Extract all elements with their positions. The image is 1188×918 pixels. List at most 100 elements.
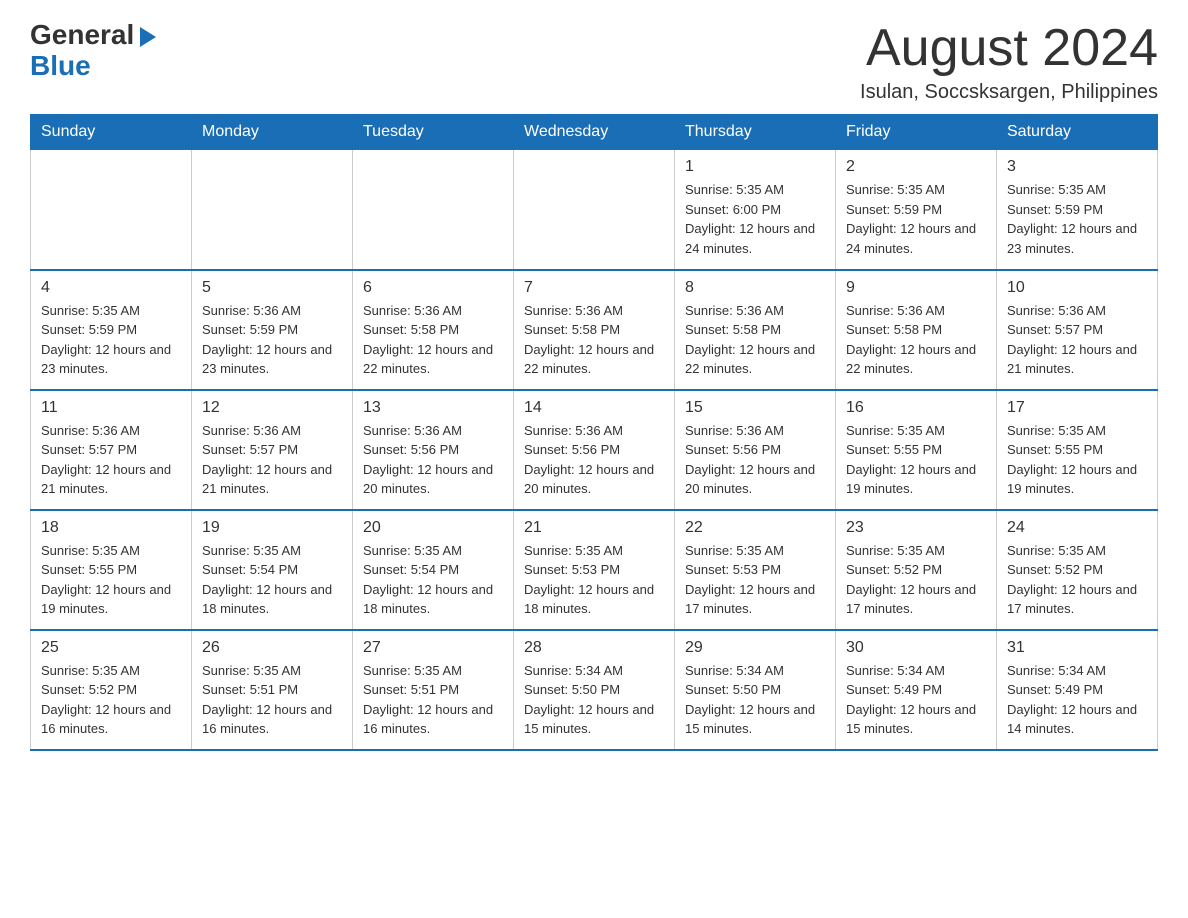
calendar-cell: 4Sunrise: 5:35 AMSunset: 5:59 PMDaylight… [31, 270, 192, 390]
day-info: Sunrise: 5:36 AMSunset: 5:57 PMDaylight:… [41, 421, 181, 499]
day-number: 9 [846, 279, 986, 297]
day-number: 31 [1007, 639, 1147, 657]
day-info: Sunrise: 5:36 AMSunset: 5:58 PMDaylight:… [363, 301, 503, 379]
calendar-cell: 1Sunrise: 5:35 AMSunset: 6:00 PMDaylight… [675, 150, 836, 270]
day-number: 7 [524, 279, 664, 297]
calendar-week-row: 25 Sunrise: 5:35 AMSunset: 5:52 PMDayligh… [31, 630, 1158, 750]
day-info: Sunrise: 5:36 AMSunset: 5:59 PMDaylight:… [202, 301, 342, 379]
calendar-week-row: 1Sunrise: 5:35 AMSunset: 6:00 PMDaylight… [31, 150, 1158, 270]
day-info: Sunrise: 5:35 AMSunset: 5:59 PMDaylight:… [41, 301, 181, 379]
calendar-body: 1Sunrise: 5:35 AMSunset: 6:00 PMDaylight… [31, 150, 1158, 750]
day-number: 8 [685, 279, 825, 297]
calendar-week-row: 11Sunrise: 5:36 AMSunset: 5:57 PMDayligh… [31, 390, 1158, 510]
day-info: Sunrise: 5:35 AMSunset: 5:59 PMDaylight:… [846, 180, 986, 258]
day-info: Sunrise: 5:34 AMSunset: 5:50 PMDaylight:… [685, 661, 825, 739]
day-number: 3 [1007, 158, 1147, 176]
calendar-cell: 23Sunrise: 5:35 AMSunset: 5:52 PMDayligh… [836, 510, 997, 630]
logo-blue-text: Blue [30, 51, 91, 82]
day-number: 25 [41, 639, 181, 657]
calendar-cell: 3 Sunrise: 5:35 AMSunset: 5:59 PMDaylight… [997, 150, 1158, 270]
day-number: 17 [1007, 399, 1147, 417]
day-number: 19 [202, 519, 342, 537]
day-info: Sunrise: 5:36 AMSunset: 5:56 PMDaylight:… [363, 421, 503, 499]
day-number: 5 [202, 279, 342, 297]
calendar-cell: 26Sunrise: 5:35 AMSunset: 5:51 PMDayligh… [192, 630, 353, 750]
day-info: Sunrise: 5:35 AMSunset: 5:59 PMDaylight:… [1007, 180, 1147, 258]
day-number: 20 [363, 519, 503, 537]
day-info: Sunrise: 5:35 AMSunset: 5:52 PMDaylight:… [41, 661, 181, 739]
day-number: 29 [685, 639, 825, 657]
day-of-week-header: Monday [192, 115, 353, 150]
month-title: August 2024 [860, 20, 1158, 77]
day-info: Sunrise: 5:36 AMSunset: 5:57 PMDaylight:… [202, 421, 342, 499]
calendar-cell: 29 Sunrise: 5:34 AMSunset: 5:50 PMDayligh… [675, 630, 836, 750]
day-info: Sunrise: 5:35 AMSunset: 5:55 PMDaylight:… [1007, 421, 1147, 499]
calendar-cell: 12 Sunrise: 5:36 AMSunset: 5:57 PMDayligh… [192, 390, 353, 510]
day-number: 15 [685, 399, 825, 417]
calendar-cell: 20 Sunrise: 5:35 AMSunset: 5:54 PMDayligh… [353, 510, 514, 630]
calendar-cell: 19 Sunrise: 5:35 AMSunset: 5:54 PMDayligh… [192, 510, 353, 630]
calendar-cell: 25 Sunrise: 5:35 AMSunset: 5:52 PMDayligh… [31, 630, 192, 750]
day-number: 2 [846, 158, 986, 176]
day-number: 12 [202, 399, 342, 417]
day-info: Sunrise: 5:36 AMSunset: 5:58 PMDaylight:… [846, 301, 986, 379]
calendar-cell: 27 Sunrise: 5:35 AMSunset: 5:51 PMDayligh… [353, 630, 514, 750]
day-number: 1 [685, 158, 825, 176]
day-info: Sunrise: 5:35 AMSunset: 5:54 PMDaylight:… [363, 541, 503, 619]
calendar-cell [192, 150, 353, 270]
day-info: Sunrise: 5:34 AMSunset: 5:49 PMDaylight:… [1007, 661, 1147, 739]
day-number: 30 [846, 639, 986, 657]
title-area: August 2024 Isulan, Soccsksargen, Philip… [860, 20, 1158, 104]
calendar-cell: 21Sunrise: 5:35 AMSunset: 5:53 PMDayligh… [514, 510, 675, 630]
calendar-cell: 22 Sunrise: 5:35 AMSunset: 5:53 PMDayligh… [675, 510, 836, 630]
calendar-cell: 30 Sunrise: 5:34 AMSunset: 5:49 PMDayligh… [836, 630, 997, 750]
calendar-cell: 17 Sunrise: 5:35 AMSunset: 5:55 PMDayligh… [997, 390, 1158, 510]
calendar-cell: 14 Sunrise: 5:36 AMSunset: 5:56 PMDayligh… [514, 390, 675, 510]
day-number: 28 [524, 639, 664, 657]
day-info: Sunrise: 5:36 AMSunset: 5:56 PMDaylight:… [524, 421, 664, 499]
calendar-cell [31, 150, 192, 270]
logo-general-text: General [30, 19, 134, 50]
day-info: Sunrise: 5:35 AMSunset: 5:52 PMDaylight:… [846, 541, 986, 619]
day-info: Sunrise: 5:35 AMSunset: 5:53 PMDaylight:… [524, 541, 664, 619]
day-info: Sunrise: 5:35 AMSunset: 5:55 PMDaylight:… [846, 421, 986, 499]
logo: General Blue [30, 20, 158, 82]
calendar-cell: 10Sunrise: 5:36 AMSunset: 5:57 PMDayligh… [997, 270, 1158, 390]
day-number: 13 [363, 399, 503, 417]
day-info: Sunrise: 5:34 AMSunset: 5:50 PMDaylight:… [524, 661, 664, 739]
calendar-cell: 16Sunrise: 5:35 AMSunset: 5:55 PMDayligh… [836, 390, 997, 510]
calendar-header: SundayMondayTuesdayWednesdayThursdayFrid… [31, 115, 1158, 150]
day-info: Sunrise: 5:36 AMSunset: 5:57 PMDaylight:… [1007, 301, 1147, 379]
day-number: 18 [41, 519, 181, 537]
day-info: Sunrise: 5:35 AMSunset: 5:55 PMDaylight:… [41, 541, 181, 619]
day-number: 27 [363, 639, 503, 657]
calendar-cell: 15 Sunrise: 5:36 AMSunset: 5:56 PMDayligh… [675, 390, 836, 510]
day-number: 22 [685, 519, 825, 537]
calendar-cell: 28 Sunrise: 5:34 AMSunset: 5:50 PMDayligh… [514, 630, 675, 750]
day-info: Sunrise: 5:36 AMSunset: 5:58 PMDaylight:… [524, 301, 664, 379]
day-number: 14 [524, 399, 664, 417]
day-of-week-header: Wednesday [514, 115, 675, 150]
calendar-cell: 18 Sunrise: 5:35 AMSunset: 5:55 PMDayligh… [31, 510, 192, 630]
day-info: Sunrise: 5:35 AMSunset: 5:51 PMDaylight:… [202, 661, 342, 739]
day-info: Sunrise: 5:35 AMSunset: 5:53 PMDaylight:… [685, 541, 825, 619]
day-info: Sunrise: 5:35 AMSunset: 5:51 PMDaylight:… [363, 661, 503, 739]
day-number: 24 [1007, 519, 1147, 537]
calendar-cell: 31 Sunrise: 5:34 AMSunset: 5:49 PMDayligh… [997, 630, 1158, 750]
calendar-cell: 8 Sunrise: 5:36 AMSunset: 5:58 PMDaylight… [675, 270, 836, 390]
day-of-week-header: Sunday [31, 115, 192, 150]
day-of-week-header: Friday [836, 115, 997, 150]
day-info: Sunrise: 5:34 AMSunset: 5:49 PMDaylight:… [846, 661, 986, 739]
days-of-week-row: SundayMondayTuesdayWednesdayThursdayFrid… [31, 115, 1158, 150]
day-info: Sunrise: 5:35 AMSunset: 5:54 PMDaylight:… [202, 541, 342, 619]
calendar-cell: 6Sunrise: 5:36 AMSunset: 5:58 PMDaylight… [353, 270, 514, 390]
calendar-cell: 7 Sunrise: 5:36 AMSunset: 5:58 PMDaylight… [514, 270, 675, 390]
day-info: Sunrise: 5:36 AMSunset: 5:58 PMDaylight:… [685, 301, 825, 379]
day-of-week-header: Saturday [997, 115, 1158, 150]
page-header: General Blue August 2024 Isulan, Soccsks… [30, 20, 1158, 104]
calendar-cell: 2 Sunrise: 5:35 AMSunset: 5:59 PMDaylight… [836, 150, 997, 270]
day-info: Sunrise: 5:36 AMSunset: 5:56 PMDaylight:… [685, 421, 825, 499]
calendar-table: SundayMondayTuesdayWednesdayThursdayFrid… [30, 114, 1158, 751]
calendar-cell: 11Sunrise: 5:36 AMSunset: 5:57 PMDayligh… [31, 390, 192, 510]
logo-triangle-icon [140, 27, 156, 47]
